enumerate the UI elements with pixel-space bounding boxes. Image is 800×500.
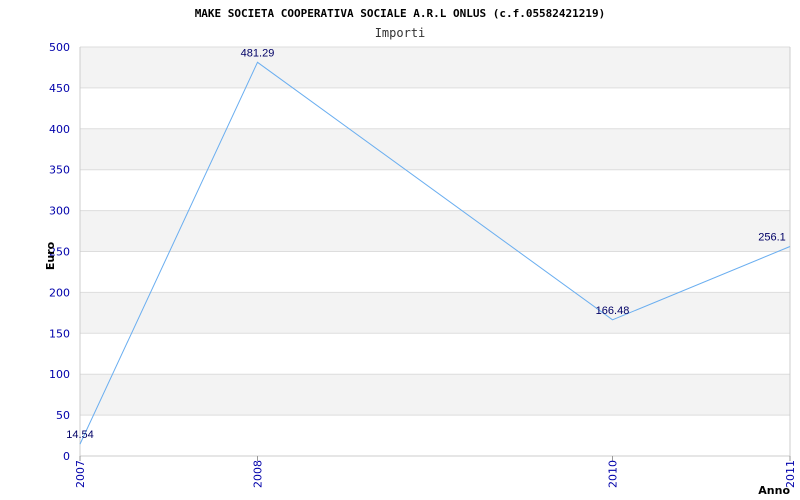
y-axis-label: Euro: [44, 241, 57, 270]
grid-band: [80, 333, 790, 375]
grid-band: [80, 87, 790, 129]
data-label: 166.48: [596, 305, 630, 317]
grid-band: [80, 415, 790, 456]
data-label: 481.29: [241, 47, 275, 59]
grid-band: [80, 210, 790, 252]
chart-subtitle: Importi: [375, 26, 426, 40]
y-tick-label: 450: [49, 82, 70, 95]
grid-band: [80, 47, 790, 88]
x-tick-label: 2007: [74, 460, 87, 488]
chart-title: MAKE SOCIETA COOPERATIVA SOCIALE A.R.L O…: [195, 7, 606, 20]
y-tick-label: 0: [63, 450, 70, 463]
y-tick-label: 350: [49, 164, 70, 177]
grid-band: [80, 169, 790, 211]
x-tick-label: 2008: [252, 460, 265, 488]
y-tick-label: 500: [49, 41, 70, 54]
grid-band: [80, 128, 790, 170]
grid-band: [80, 292, 790, 334]
line-chart: 050100150200250300350400450500 2007 2008 2…: [44, 7, 797, 497]
x-tick-label: 2010: [607, 460, 620, 488]
y-tick-label: 400: [49, 123, 70, 136]
y-tick-label: 50: [56, 409, 70, 422]
y-tick-label: 300: [49, 205, 70, 218]
y-tick-label: 150: [49, 327, 70, 340]
y-tick-label: 100: [49, 368, 70, 381]
x-axis-ticks: 2007 2008 2010 2011: [74, 456, 797, 488]
x-axis-label: Anno: [758, 484, 790, 497]
grid-band: [80, 251, 790, 293]
data-label: 256.1: [758, 232, 786, 244]
grid-band: [80, 374, 790, 416]
data-label: 14.54: [66, 429, 94, 441]
y-tick-label: 200: [49, 286, 70, 299]
